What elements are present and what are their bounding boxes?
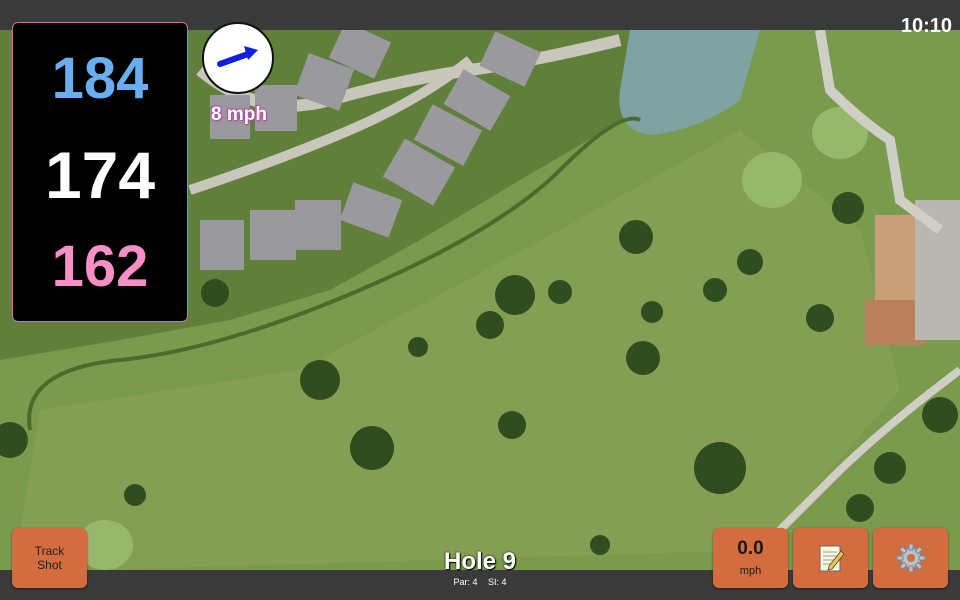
distance-panel: 184 174 162 xyxy=(12,22,188,322)
gear-icon xyxy=(896,543,925,573)
wind-arrow-icon xyxy=(217,46,258,67)
hole-stroke-index: SI: 4 xyxy=(488,577,507,587)
wind-button-unit: mph xyxy=(739,565,762,577)
front-distance: 162 xyxy=(51,234,149,299)
clock: 10:10 xyxy=(900,15,952,37)
track-shot-label: Track Shot xyxy=(34,544,65,572)
wind-direction-dial xyxy=(202,22,274,94)
hole-par: Par: 4 xyxy=(453,577,478,587)
back-distance: 184 xyxy=(51,46,149,111)
notepad-icon xyxy=(819,545,845,572)
center-distance: 174 xyxy=(44,138,156,212)
notes-button[interactable] xyxy=(793,528,868,588)
wind-speed-button[interactable]: 0.0 mph xyxy=(713,528,788,588)
wind-speed-label: 8 mph xyxy=(211,104,267,125)
hole-meta: Par: 4 SI: 4 xyxy=(380,577,580,588)
settings-button[interactable] xyxy=(873,528,948,588)
hole-title: Hole 9 xyxy=(443,548,517,575)
wind-button-value: 0.0 xyxy=(737,538,764,559)
track-shot-button[interactable]: Track Shot xyxy=(12,528,87,588)
